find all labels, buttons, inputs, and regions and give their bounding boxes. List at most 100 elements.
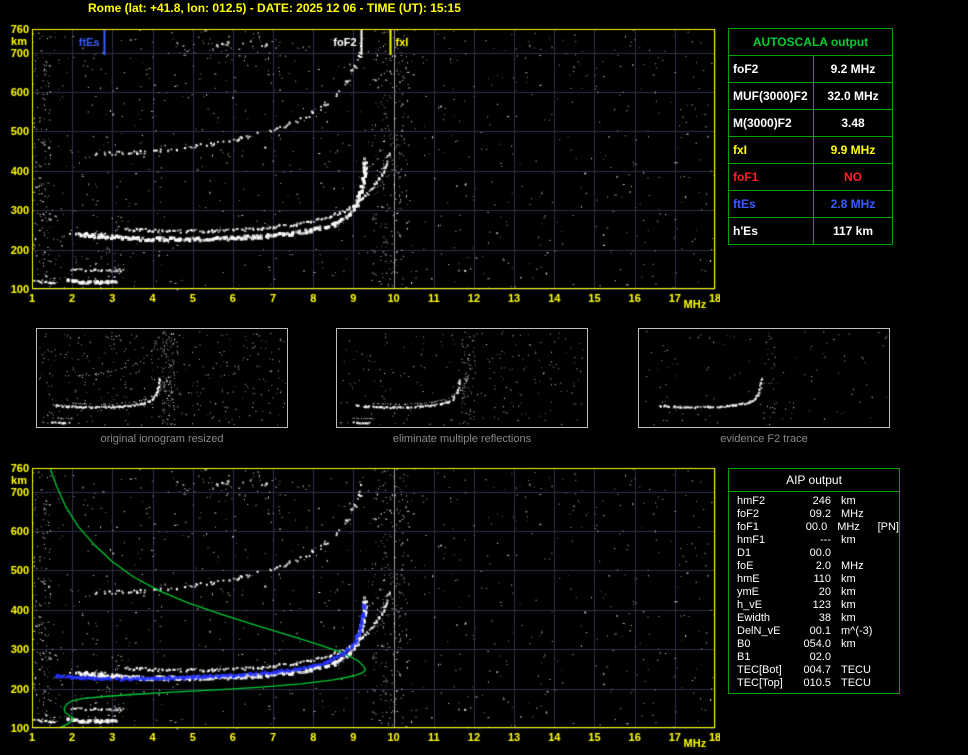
param-value: 32.0 MHz: [827, 89, 879, 103]
param-unit: MHz: [841, 560, 864, 572]
table-row: fxI 9.9 MHz: [729, 137, 892, 164]
table-row: foE 2.0 MHz: [729, 560, 899, 573]
param-label: foE: [737, 560, 754, 572]
param-value: 38: [818, 612, 831, 624]
param-value: 054.0: [803, 638, 831, 650]
param-value: ---: [820, 534, 831, 546]
table-row: Ewidth 38 km: [729, 612, 899, 625]
param-label: MUF(3000)F2: [729, 83, 814, 109]
param-value: 00.0: [809, 547, 831, 559]
param-label: hmF1: [737, 534, 766, 546]
param-label: M(3000)F2: [729, 110, 814, 136]
param-value: 02.0: [809, 651, 831, 663]
table-row: MUF(3000)F2 32.0 MHz: [729, 83, 892, 110]
param-value: 2.8 MHz: [830, 197, 876, 211]
param-extra: [881, 534, 883, 547]
param-unit: TECU: [841, 664, 871, 676]
param-value: 2.0: [815, 560, 831, 572]
table-row: ftEs 2.8 MHz: [729, 191, 892, 218]
param-label: B0: [737, 638, 751, 650]
param-value: 246: [812, 495, 831, 507]
param-label: D1: [737, 547, 752, 559]
table-row: B1 02.0: [729, 651, 899, 664]
table-row: TEC[Top] 010.5 TECU: [729, 677, 899, 690]
thumbnail-caption: eliminate multiple reflections: [392, 433, 532, 445]
thumbnail-multiple-reflections-removed: [336, 328, 588, 428]
param-value: 9.2 MHz: [830, 62, 876, 76]
thumbnail-f2-trace-evidence: [638, 328, 890, 428]
param-extra: [881, 495, 883, 508]
param-extra: [881, 599, 883, 612]
param-unit: km: [841, 495, 856, 507]
station-header: Rome (lat: +41.8, lon: 012.5) - DATE: 20…: [88, 1, 461, 15]
top-ionogram-plot: [2, 22, 720, 314]
param-extra: [881, 677, 883, 690]
thumbnail-caption: evidence F2 trace: [720, 433, 808, 445]
param-unit: TECU: [841, 677, 871, 689]
param-value: 117 km: [832, 224, 874, 238]
param-label: TEC[Top]: [737, 677, 783, 689]
table-row: foF2 9.2 MHz: [729, 56, 892, 83]
param-extra: [881, 547, 883, 560]
param-label: hmE: [737, 573, 760, 585]
param-label: hmF2: [737, 495, 766, 507]
param-value: 3.48: [841, 116, 865, 130]
param-value: 09.2: [809, 508, 831, 520]
table-row: M(3000)F2 3.48: [729, 110, 892, 137]
table-row: hmF1 --- km: [729, 534, 899, 547]
param-extra: [881, 508, 883, 521]
param-extra: [881, 625, 883, 638]
bottom-ionogram-plot-with-profile: [2, 456, 720, 755]
thumbnail-original-ionogram: [36, 328, 288, 428]
param-label: Ewidth: [737, 612, 771, 624]
panel-title: AIP output: [729, 469, 899, 492]
table-row: foF2 09.2 MHz: [729, 508, 899, 521]
param-unit: [831, 651, 881, 664]
param-extra: [881, 573, 883, 586]
param-unit: m^(-3): [841, 625, 873, 637]
param-value: 9.9 MHz: [830, 143, 876, 157]
table-row: DelN_vE 00.1 m^(-3): [729, 625, 899, 638]
param-unit: km: [841, 586, 856, 598]
table-row: hmE 110 km: [729, 573, 899, 586]
param-label: foF2: [737, 508, 760, 520]
param-value: 110: [813, 573, 831, 585]
param-value: 004.7: [803, 664, 831, 676]
table-row: foF1 00.0 MHz [PN]: [729, 521, 899, 534]
param-unit: MHz: [837, 521, 860, 533]
param-unit: km: [841, 534, 856, 546]
param-unit: km: [841, 612, 856, 624]
table-row: ymE 20 km: [729, 586, 899, 599]
param-label: ftEs: [729, 191, 814, 217]
autoscala-output-panel: AUTOSCALA output foF2 9.2 MHz MUF(3000)F…: [728, 28, 893, 245]
thumbnail-caption: original ionogram resized: [100, 433, 224, 445]
param-label: foF1: [737, 521, 760, 533]
autoscala-app: Rome (lat: +41.8, lon: 012.5) - DATE: 20…: [0, 0, 968, 755]
param-extra: [881, 612, 883, 625]
param-label: foF1: [729, 164, 814, 190]
param-extra: [881, 664, 883, 677]
param-value: 00.1: [809, 625, 831, 637]
param-label: fxI: [729, 137, 814, 163]
table-row: B0 054.0 km: [729, 638, 899, 651]
panel-title: AUTOSCALA output: [729, 29, 892, 56]
param-extra: [881, 651, 883, 664]
param-extra: [881, 560, 883, 573]
param-value: 010.5: [803, 677, 831, 689]
param-label: DelN_vE: [737, 625, 781, 637]
param-unit: km: [841, 599, 856, 611]
param-extra: [PN]: [877, 521, 899, 533]
param-extra: [881, 586, 883, 599]
param-label: h_vE: [737, 599, 763, 611]
table-row: h_vE 123 km: [729, 599, 899, 612]
param-label: TEC[Bot]: [737, 664, 782, 676]
param-unit: km: [841, 638, 856, 650]
param-unit: km: [841, 573, 856, 585]
param-label: B1: [737, 651, 751, 663]
table-row: TEC[Bot] 004.7 TECU: [729, 664, 899, 677]
table-row: foF1 NO: [729, 164, 892, 191]
table-row: hmF2 246 km: [729, 495, 899, 508]
param-value: 123: [812, 599, 831, 611]
param-label: h'Es: [729, 218, 814, 244]
table-row: h'Es 117 km: [729, 218, 892, 244]
